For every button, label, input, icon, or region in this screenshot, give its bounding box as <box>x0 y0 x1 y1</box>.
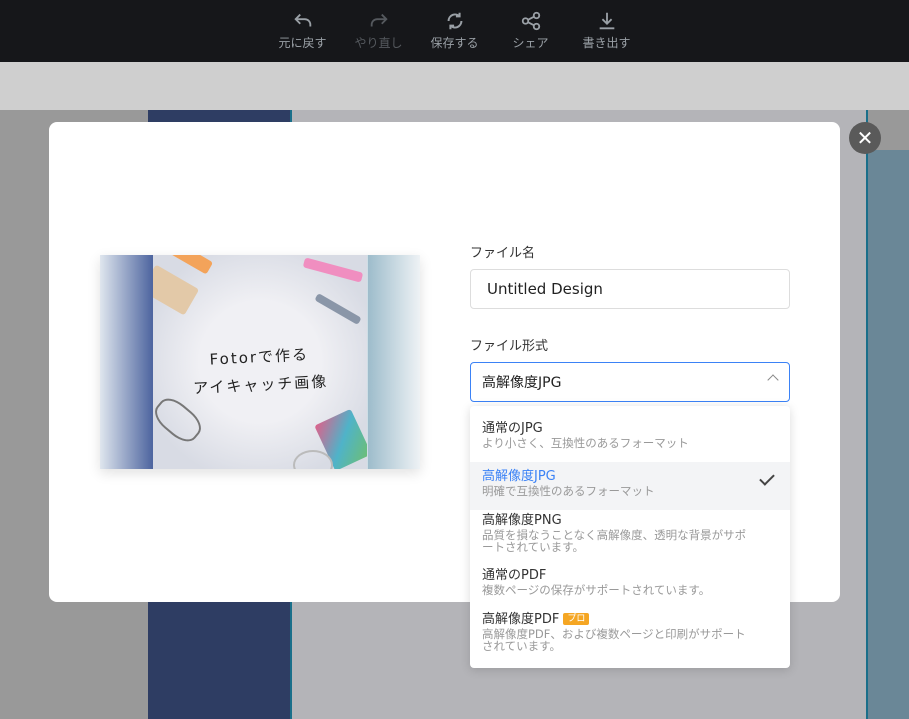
option-hd-jpg[interactable]: 高解像度JPG 明確で互換性のあるフォーマット <box>470 462 790 510</box>
preview-text: Fotorで作る アイキャッチ画像 <box>192 345 329 398</box>
file-name-label: ファイル名 <box>470 246 536 261</box>
secondary-bar <box>0 62 909 110</box>
sync-icon <box>447 12 462 30</box>
redo-button[interactable]: やり直し <box>350 10 408 62</box>
file-name-input[interactable]: Untitled Design <box>470 269 790 309</box>
option-hd-pdf[interactable]: 高解像度PDF プロ 高解像度PDF、および複数ページと印刷がサポートされています。 <box>470 611 790 652</box>
share-label: シェア <box>512 36 549 50</box>
option-hd-png[interactable]: 高解像度PNG 品質を損なうことなく高解像度、透明な背景がサポートされています。 <box>470 512 790 553</box>
redo-icon <box>370 13 388 27</box>
preview-image: Fotorで作る アイキャッチ画像 <box>153 255 367 469</box>
option-jpg[interactable]: 通常のJPG より小さく、互換性のあるフォーマット <box>470 420 790 449</box>
file-format-value: 高解像度JPG <box>482 375 562 391</box>
share-icon <box>521 11 540 31</box>
export-button[interactable]: 書き出す <box>578 10 636 62</box>
file-format-select[interactable]: 高解像度JPG <box>470 362 790 402</box>
save-label: 保存する <box>430 36 479 50</box>
close-button[interactable]: ✕ <box>849 122 881 154</box>
canvas-right-edge <box>868 150 909 719</box>
undo-button[interactable]: 元に戻す <box>274 10 332 62</box>
save-button[interactable]: 保存する <box>426 10 484 62</box>
chevron-up-icon <box>767 374 779 386</box>
pro-badge: プロ <box>563 613 590 625</box>
top-toolbar: 元に戻す やり直し 保存する シェア 書き出す <box>0 0 909 62</box>
design-preview: Fotorで作る アイキャッチ画像 <box>100 255 420 469</box>
download-icon <box>599 12 614 30</box>
file-format-dropdown: 通常のJPG より小さく、互換性のあるフォーマット 高解像度JPG 明確で互換性のあ… <box>470 406 790 668</box>
undo-label: 元に戻す <box>278 36 327 50</box>
file-format-label: ファイル形式 <box>470 339 549 354</box>
export-label: 書き出す <box>582 36 631 50</box>
close-icon: ✕ <box>856 126 874 150</box>
share-button[interactable]: シェア <box>502 10 560 62</box>
option-pdf[interactable]: 通常のPDF 複数ページの保存がサポートされています。 <box>470 567 790 596</box>
undo-icon <box>293 13 311 27</box>
redo-label: やり直し <box>354 36 403 50</box>
